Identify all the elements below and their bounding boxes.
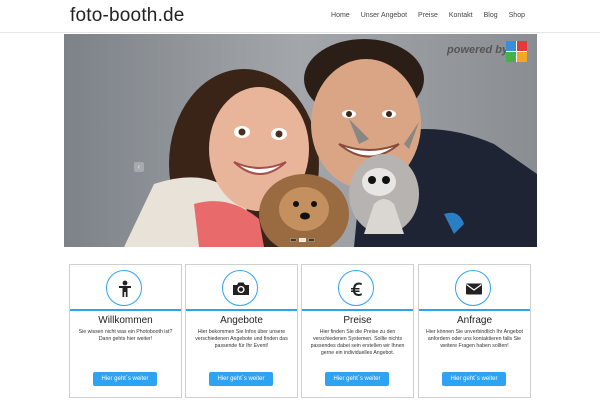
slider-dot-1[interactable] (290, 238, 297, 242)
card-willkommen: Willkommen Sie wissen nicht was ein Phot… (69, 264, 182, 398)
card-divider (186, 309, 297, 311)
hero-slider[interactable]: ‹ › (64, 34, 537, 247)
card-text: Hier können Sie unverbindlich Ihr Angebo… (426, 329, 523, 349)
envelope-icon (455, 270, 491, 306)
euro-icon (338, 270, 374, 306)
nav-unser-angebot[interactable]: Unser Angebot (361, 11, 407, 20)
card-divider (70, 309, 181, 311)
card-button[interactable]: Hier geht´s weiter (93, 372, 157, 386)
brand-logo-icon (506, 41, 527, 62)
card-text: Hier finden Sie die Preise zu den versch… (310, 329, 405, 356)
nav-preise[interactable]: Preise (418, 11, 438, 20)
main-nav: Home Unser Angebot Preise Kontakt Blog S… (331, 11, 525, 20)
site-logo[interactable]: foto-booth.de (70, 5, 185, 27)
site-header: foto-booth.de Home Unser Angebot Preise … (0, 0, 600, 33)
card-text: Hier bekommen Sie Infos über unsere vers… (195, 329, 288, 349)
card-divider (419, 309, 530, 311)
card-text: Sie wissen nicht was ein Photobooth ist?… (78, 329, 173, 342)
card-divider (302, 309, 413, 311)
slider-dot-3[interactable] (308, 238, 315, 242)
slider-dot-2[interactable] (299, 238, 306, 242)
card-button[interactable]: Hier geht´s weiter (442, 372, 506, 386)
nav-blog[interactable]: Blog (484, 11, 498, 20)
card-button[interactable]: Hier geht´s weiter (209, 372, 273, 386)
nav-shop[interactable]: Shop (509, 11, 525, 20)
hero-photo (64, 34, 537, 247)
card-title: Preise (343, 315, 372, 326)
nav-home[interactable]: Home (331, 11, 350, 20)
card-title: Anfrage (456, 315, 493, 326)
card-anfrage: Anfrage Hier können Sie unverbindlich Ih… (418, 264, 531, 398)
powered-by-text: powered by (447, 44, 509, 56)
card-angebote: Angebote Hier bekommen Sie Infos über un… (185, 264, 298, 398)
card-title: Angebote (220, 315, 263, 326)
slider-prev-button[interactable]: ‹ (134, 162, 144, 172)
feature-cards: Willkommen Sie wissen nicht was ein Phot… (69, 264, 531, 398)
nav-kontakt[interactable]: Kontakt (449, 11, 473, 20)
card-title: Willkommen (98, 315, 153, 326)
person-icon (106, 270, 142, 306)
card-preise: Preise Hier finden Sie die Preise zu den… (301, 264, 414, 398)
slider-pagination (290, 238, 315, 242)
camera-icon (222, 270, 258, 306)
card-button[interactable]: Hier geht´s weiter (325, 372, 389, 386)
